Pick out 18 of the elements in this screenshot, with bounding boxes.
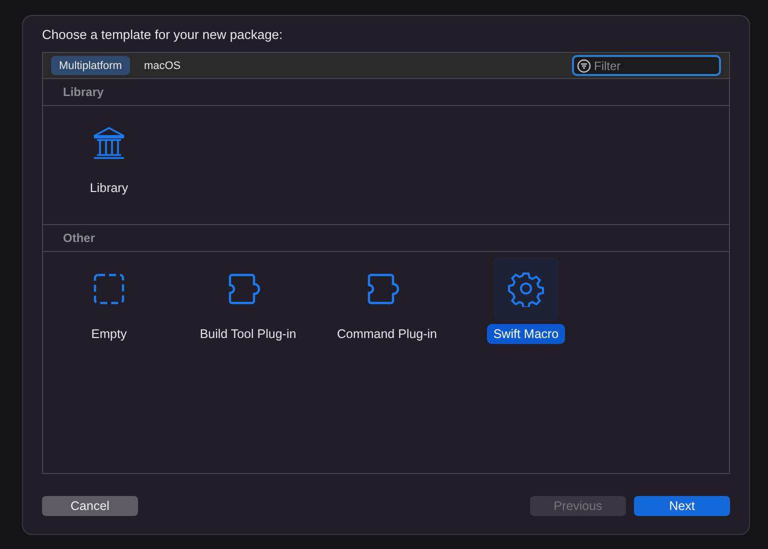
template-label[interactable]: Empty <box>85 324 133 344</box>
dashed-square-icon <box>93 273 125 305</box>
filter-icon <box>577 58 591 72</box>
section-header: Library <box>63 85 104 99</box>
library-building-icon <box>91 125 127 161</box>
template-label[interactable]: Swift Macro <box>487 324 565 344</box>
template-label[interactable]: Build Tool Plug-in <box>194 324 302 344</box>
dialog-button[interactable]: Cancel <box>42 496 138 516</box>
section-header: Other <box>63 231 96 245</box>
filter-field[interactable]: Filter <box>572 55 721 76</box>
platform-tab[interactable]: Multiplatform <box>51 56 130 75</box>
platform-tab[interactable]: macOS <box>136 56 189 75</box>
template-label[interactable]: Library <box>84 178 134 198</box>
template-label[interactable]: Command Plug-in <box>330 324 444 344</box>
gear-icon <box>508 271 544 307</box>
dialog-button[interactable]: Next <box>634 496 730 516</box>
dialog-title: Choose a template for your new package: <box>42 26 283 44</box>
selected-tile[interactable] <box>494 257 558 321</box>
